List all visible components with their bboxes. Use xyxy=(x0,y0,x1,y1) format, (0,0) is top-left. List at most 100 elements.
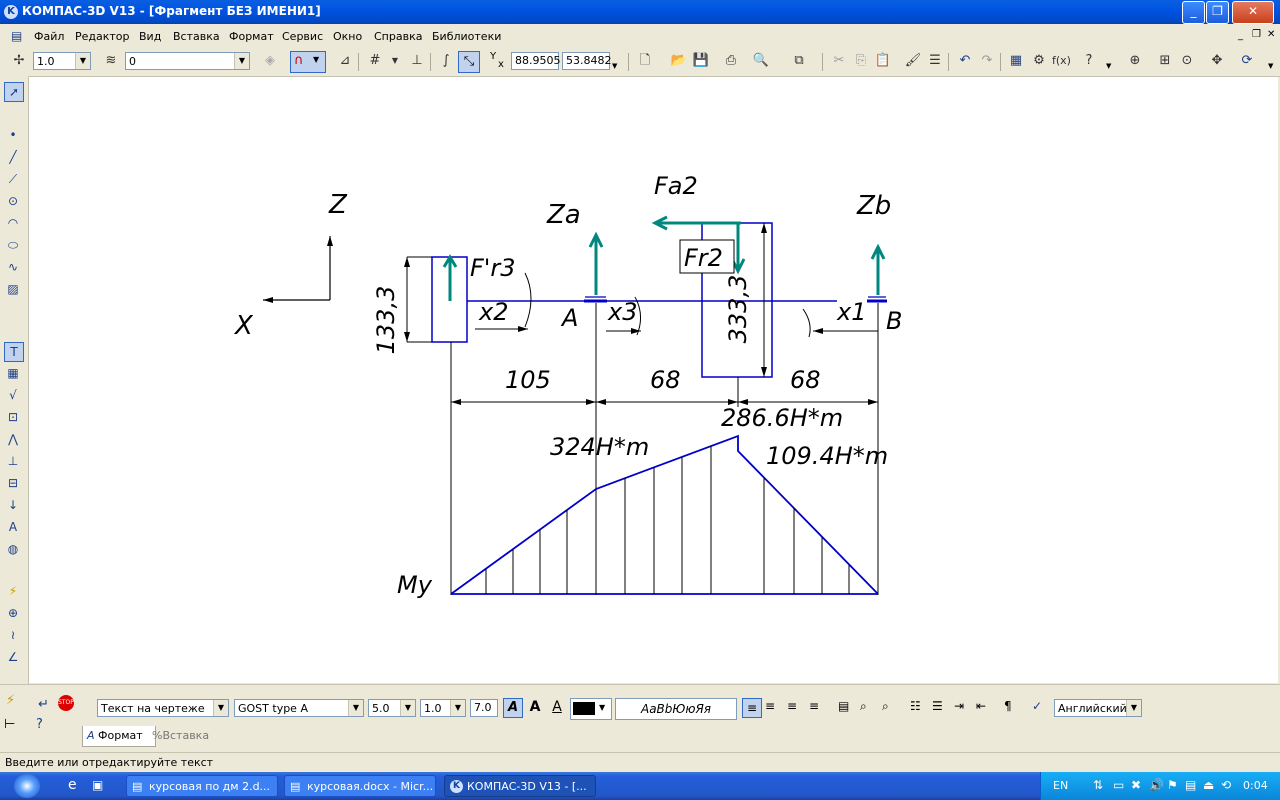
help-icon[interactable]: ? xyxy=(36,717,43,732)
replace-icon[interactable]: ⌕ xyxy=(882,699,889,714)
zoom-window-icon[interactable]: ⊞ xyxy=(1156,52,1174,70)
segment-icon[interactable]: ⟋ xyxy=(4,170,22,188)
security-icon[interactable]: ⚑ xyxy=(1167,778,1178,792)
leader-icon[interactable]: ⋀ xyxy=(4,430,22,448)
lightning-icon[interactable]: ⚡ xyxy=(6,693,15,708)
table-icon[interactable]: ▦ xyxy=(4,364,22,382)
text-style-combo[interactable]: Текст на чертеже ▼ xyxy=(97,699,229,717)
library-icon[interactable]: ⚙ xyxy=(1030,52,1048,70)
lightning-icon[interactable]: ⚡ xyxy=(4,582,22,600)
open-icon[interactable]: 📂 xyxy=(670,52,688,70)
local-cs-icon[interactable]: ⊥ xyxy=(408,52,426,70)
redo-icon[interactable]: ↷ xyxy=(978,52,996,70)
function-icon[interactable]: f(x) xyxy=(1052,52,1071,70)
dimension-icon[interactable]: ⊢ xyxy=(4,717,15,732)
select-icon[interactable]: ➚ xyxy=(4,82,24,102)
view-arrow-icon[interactable]: ↓ xyxy=(4,496,22,514)
brush-icon[interactable]: 🖌 xyxy=(904,52,922,70)
menu-insert[interactable]: Вставка xyxy=(173,30,220,43)
language-indicator[interactable]: EN xyxy=(1053,779,1068,792)
coord-x-field[interactable]: 88.9505 xyxy=(511,52,561,70)
help-pointer-icon[interactable]: ? xyxy=(1080,52,1098,70)
snap-round-icon[interactable]: ⤡ xyxy=(458,51,480,73)
start-button[interactable] xyxy=(0,772,70,800)
narrowing-combo[interactable]: 1.0 ▼ xyxy=(420,699,466,717)
coord-y-field[interactable]: 53.8482 xyxy=(562,52,612,70)
new-document-icon[interactable]: 🗋 xyxy=(636,52,654,70)
menu-help[interactable]: Справка xyxy=(374,30,422,43)
numbered-list-icon[interactable]: ☷ xyxy=(910,699,921,713)
doc-restore-button[interactable]: ❐ xyxy=(1252,29,1261,40)
tolerance-icon[interactable]: ⊟ xyxy=(4,474,22,492)
toolbar-overflow-icon[interactable]: ▼ xyxy=(1106,62,1111,70)
taskbar-item-doc2[interactable]: ▤ курсовая.docx - Micr... xyxy=(284,775,436,797)
paste-icon[interactable]: 📋 xyxy=(874,52,892,70)
wave-line-icon[interactable]: ≀ xyxy=(4,626,22,644)
language-combo[interactable]: Английский ▼ xyxy=(1054,699,1142,717)
font-combo[interactable]: GOST type A ▼ xyxy=(234,699,364,717)
manager-icon[interactable]: ⧉ xyxy=(790,52,808,70)
menu-window[interactable]: Окно xyxy=(333,30,362,43)
size-combo[interactable]: 5.0 ▼ xyxy=(368,699,416,717)
menu-service[interactable]: Сервис xyxy=(282,30,323,43)
drawing-canvas[interactable]: Z X 133,3 333,3 Fr2 Fa2 F'r3 Za Zb x2 x3… xyxy=(29,77,1278,683)
menu-view[interactable]: Вид xyxy=(139,30,161,43)
battery-icon[interactable]: ▭ xyxy=(1113,778,1124,792)
align-justify-icon[interactable]: ≡ xyxy=(809,699,819,713)
datum-icon[interactable]: ⊥ xyxy=(4,452,22,470)
circle-icon[interactable]: ⊙ xyxy=(4,192,22,210)
angle-icon[interactable]: ∠ xyxy=(4,648,22,666)
bullet-list-icon[interactable]: ☰ xyxy=(932,699,943,713)
auxiliary-line-icon[interactable]: ╱ xyxy=(4,148,22,166)
align-right-icon[interactable]: ≡ xyxy=(787,699,797,713)
step-field[interactable]: 7.0 xyxy=(470,699,498,717)
chevron-down-icon[interactable]: ▼ xyxy=(386,52,404,70)
pilcrow-icon[interactable]: ¶ xyxy=(1004,699,1012,713)
menu-editor[interactable]: Редактор xyxy=(75,30,130,43)
align-center-icon[interactable]: ≡ xyxy=(765,699,775,713)
indent-increase-icon[interactable]: ⇥ xyxy=(954,699,964,713)
indent-decrease-icon[interactable]: ⇤ xyxy=(976,699,986,713)
network-icon[interactable]: ⇅ xyxy=(1093,778,1103,792)
display-icon[interactable]: ▤ xyxy=(1185,778,1196,792)
toolbar-overflow-icon[interactable]: ▼ xyxy=(1268,62,1273,70)
tab-format[interactable]: A Формат xyxy=(82,726,156,747)
document-icon[interactable]: ▤ xyxy=(11,29,22,43)
toolbar-overflow-icon[interactable]: ▼ xyxy=(612,62,617,70)
drawing-svg[interactable]: Z X 133,3 333,3 Fr2 Fa2 F'r3 Za Zb x2 x3… xyxy=(29,77,1278,683)
spline-icon[interactable]: ∿ xyxy=(4,258,22,276)
tab-insert[interactable]: %Вставка xyxy=(148,726,222,746)
geometry-icon[interactable]: ⊿ xyxy=(336,52,354,70)
menu-libraries[interactable]: Библиотеки xyxy=(432,30,501,43)
center-mark-icon[interactable]: ⊕ xyxy=(4,604,22,622)
usb-icon[interactable]: ⏏ xyxy=(1203,778,1214,792)
italic-icon[interactable]: A xyxy=(503,698,523,718)
snap-button[interactable]: ∩ ▼ xyxy=(290,51,326,73)
doc-minimize-button[interactable]: _ xyxy=(1238,30,1243,41)
move-icon[interactable]: ✢ xyxy=(10,52,28,70)
zoom-all-icon[interactable]: ⊙ xyxy=(1178,52,1196,70)
scale-combo[interactable]: 1.0 ▼ xyxy=(33,52,91,70)
preview-icon[interactable]: 🔍 xyxy=(752,52,770,70)
cut-icon[interactable]: ✂ xyxy=(830,52,848,70)
doc-close-button[interactable]: ✕ xyxy=(1267,29,1275,40)
layer-combo[interactable]: 0 ▼ xyxy=(125,52,250,70)
ortho-icon[interactable]: ∫ xyxy=(437,52,455,70)
minimize-button[interactable]: _ xyxy=(1182,1,1205,24)
bold-icon[interactable]: A xyxy=(526,698,544,716)
ellipse-icon[interactable]: ⬭ xyxy=(4,236,22,254)
underline-icon[interactable]: A xyxy=(548,698,566,716)
ie-icon[interactable]: e xyxy=(68,777,77,793)
refresh-icon[interactable]: ⟳ xyxy=(1238,52,1256,70)
volume-icon[interactable]: 🔊 xyxy=(1149,778,1164,792)
taskbar-item-kompas[interactable]: K КОМПАС-3D V13 - [... xyxy=(444,775,596,797)
update-icon[interactable]: ⟲ xyxy=(1221,778,1231,792)
undo-icon[interactable]: ↶ xyxy=(956,52,974,70)
layers-icon[interactable]: ≋ xyxy=(102,52,120,70)
spellcheck-icon[interactable]: ✓ xyxy=(1032,699,1042,713)
copy-icon[interactable]: ⎘ xyxy=(852,52,870,70)
zoom-in-icon[interactable]: ⊕ xyxy=(1126,52,1144,70)
desktop-icon[interactable]: ▣ xyxy=(92,778,103,792)
enter-icon[interactable]: ↵ xyxy=(38,697,49,712)
find-icon[interactable]: ⌕ xyxy=(860,699,867,714)
